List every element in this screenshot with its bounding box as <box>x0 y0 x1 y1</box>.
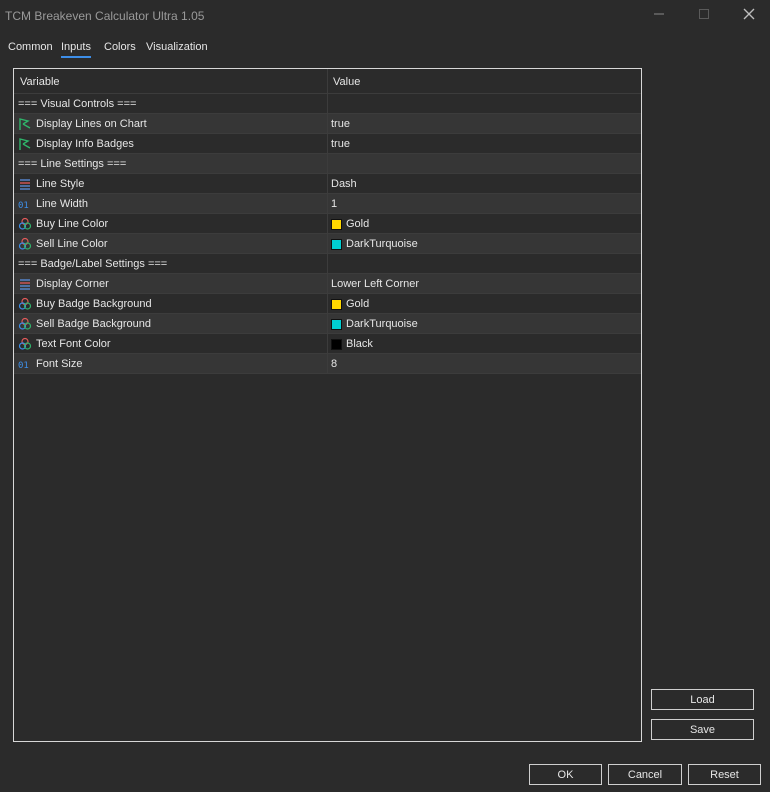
tab-inputs[interactable]: Inputs <box>61 41 91 58</box>
variable-name: Buy Badge Background <box>36 298 152 310</box>
value-text: Gold <box>346 218 370 230</box>
variable-cell: === Line Settings === <box>18 157 126 171</box>
svg-text:01: 01 <box>18 201 29 211</box>
integer-icon: 01 <box>18 197 32 211</box>
column-header-variable[interactable]: Variable <box>20 76 60 88</box>
close-button[interactable] <box>734 4 764 26</box>
tab-colors[interactable]: Colors <box>104 41 136 56</box>
variable-name: Display Info Badges <box>36 138 134 150</box>
variable-name: Buy Line Color <box>36 218 109 230</box>
bool-flag-icon <box>18 137 32 151</box>
variable-name: Line Width <box>36 198 88 210</box>
ok-button[interactable]: OK <box>529 764 602 785</box>
variable-cell: 01 Font Size <box>18 357 82 371</box>
tab-visualization[interactable]: Visualization <box>146 41 208 56</box>
reset-button[interactable]: Reset <box>688 764 761 785</box>
variable-name: Display Lines on Chart <box>36 118 147 130</box>
load-button[interactable]: Load <box>651 689 754 710</box>
color-icon <box>18 297 32 311</box>
color-swatch[interactable] <box>331 238 342 250</box>
color-icon <box>18 337 32 351</box>
color-swatch[interactable] <box>331 298 342 310</box>
save-button[interactable]: Save <box>651 719 754 740</box>
color-swatch[interactable] <box>331 218 342 230</box>
variable-cell: === Badge/Label Settings === <box>18 257 167 271</box>
value-text: 1 <box>331 198 338 210</box>
title-bar: TCM Breakeven Calculator Ultra 1.05 <box>0 0 770 32</box>
value-text: 8 <box>331 358 338 370</box>
value-cell[interactable]: 1 <box>331 197 337 211</box>
color-icon <box>18 317 32 331</box>
enum-list-icon <box>18 177 32 191</box>
variable-cell: Buy Line Color <box>18 217 108 231</box>
value-cell[interactable]: DarkTurquoise <box>331 237 418 251</box>
variable-name: Line Style <box>36 178 85 190</box>
variable-cell: Text Font Color <box>18 337 111 351</box>
value-cell[interactable]: DarkTurquoise <box>331 317 418 331</box>
value-cell[interactable]: Black <box>331 337 373 351</box>
value-text: true <box>331 138 350 150</box>
minimize-button[interactable] <box>644 4 674 26</box>
integer-icon: 01 <box>18 357 32 371</box>
enum-list-icon <box>18 277 32 291</box>
variable-name: === Line Settings === <box>18 158 127 170</box>
variable-cell: Display Lines on Chart <box>18 117 147 131</box>
variable-cell: Sell Line Color <box>18 237 108 251</box>
maximize-icon <box>699 8 709 22</box>
tab-common[interactable]: Common <box>8 41 53 56</box>
variable-name: Display Corner <box>36 278 109 290</box>
minimize-icon <box>654 9 664 22</box>
column-divider <box>327 69 328 373</box>
value-text: Black <box>346 338 373 350</box>
window-title: TCM Breakeven Calculator Ultra 1.05 <box>5 9 205 23</box>
variable-name: === Visual Controls === <box>18 98 137 110</box>
variable-name: Text Font Color <box>36 338 111 350</box>
variable-name: === Badge/Label Settings === <box>18 258 168 270</box>
column-header-value[interactable]: Value <box>333 76 360 88</box>
value-text: Lower Left Corner <box>331 278 420 290</box>
value-cell[interactable]: 8 <box>331 357 337 371</box>
close-icon <box>743 8 755 23</box>
maximize-button[interactable] <box>689 4 719 26</box>
value-cell[interactable]: true <box>331 137 350 151</box>
variable-cell: Display Corner <box>18 277 109 291</box>
variable-cell: 01 Line Width <box>18 197 88 211</box>
variable-cell: Display Info Badges <box>18 137 134 151</box>
inputs-grid: Variable Value === Visual Controls === Di… <box>13 68 642 742</box>
svg-text:01: 01 <box>18 361 29 371</box>
cancel-button[interactable]: Cancel <box>608 764 682 785</box>
variable-cell: Buy Badge Background <box>18 297 152 311</box>
value-cell[interactable]: Lower Left Corner <box>331 277 419 291</box>
variable-cell: Line Style <box>18 177 84 191</box>
bool-flag-icon <box>18 117 32 131</box>
variable-name: Sell Badge Background <box>36 318 151 330</box>
color-swatch[interactable] <box>331 338 342 350</box>
variable-name: Font Size <box>36 358 83 370</box>
value-cell[interactable]: true <box>331 117 350 131</box>
value-text: DarkTurquoise <box>346 318 418 330</box>
tab-bar: Common Inputs Colors Visualization <box>0 38 770 60</box>
variable-cell: === Visual Controls === <box>18 97 136 111</box>
value-text: Dash <box>331 178 357 190</box>
color-icon <box>18 217 32 231</box>
value-cell[interactable]: Dash <box>331 177 357 191</box>
value-cell[interactable]: Gold <box>331 297 369 311</box>
value-text: true <box>331 118 350 130</box>
color-swatch[interactable] <box>331 318 342 330</box>
color-icon <box>18 237 32 251</box>
variable-name: Sell Line Color <box>36 238 108 250</box>
variable-cell: Sell Badge Background <box>18 317 151 331</box>
value-text: Gold <box>346 298 370 310</box>
value-text: DarkTurquoise <box>346 238 418 250</box>
value-cell[interactable]: Gold <box>331 217 369 231</box>
